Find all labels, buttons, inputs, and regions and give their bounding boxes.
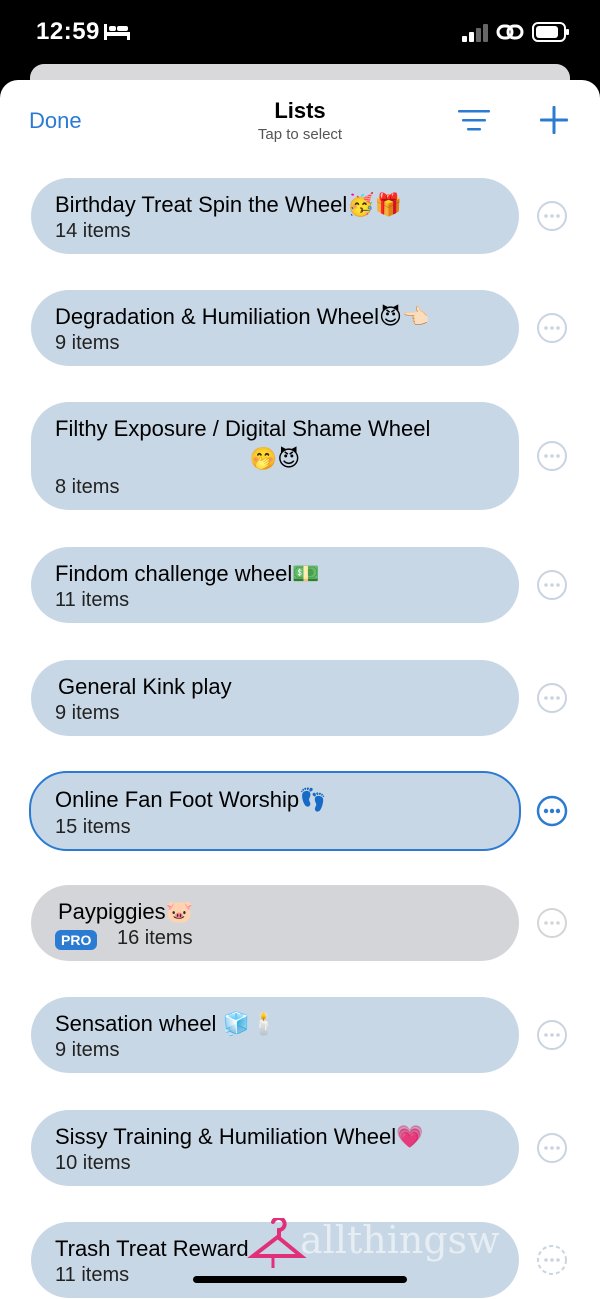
list-item-count: 11 items xyxy=(55,1264,130,1286)
list-item-count: 11 items xyxy=(55,589,130,611)
status-bar: 12:59 xyxy=(0,0,600,70)
more-options-icon[interactable] xyxy=(536,907,568,939)
more-options-icon[interactable] xyxy=(536,1019,568,1051)
list-item-title: Sensation wheel 🧊🕯️ xyxy=(55,1011,278,1036)
list-item[interactable]: Sissy Training & Humiliation Wheel💗 10 i… xyxy=(31,1110,519,1186)
lists-sheet: Done Lists Tap to select Birthday Treat … xyxy=(0,80,600,1299)
battery-icon xyxy=(532,22,569,42)
list-item-title: General Kink play xyxy=(58,674,232,699)
status-time: 12:59 xyxy=(36,18,100,45)
list-item-title: Paypiggies🐷 xyxy=(58,899,194,924)
more-options-icon[interactable] xyxy=(536,569,568,601)
list-item-title: Online Fan Foot Worship👣 xyxy=(55,787,327,812)
list-item-title: Degradation & Humiliation Wheel😈👈🏻 xyxy=(55,304,430,329)
list-item-title-line1: Filthy Exposure / Digital Shame Wheel xyxy=(55,416,431,441)
list-item-count: 9 items xyxy=(55,332,120,354)
signal-icon xyxy=(462,24,488,42)
list-item-title: Filthy Exposure / Digital Shame Wheel 🤭😈 xyxy=(55,414,495,474)
list-item-selected[interactable]: Online Fan Foot Worship👣 15 items xyxy=(29,771,521,851)
pro-badge: PRO xyxy=(55,930,98,950)
more-options-icon[interactable] xyxy=(536,1244,568,1276)
list-item[interactable]: Degradation & Humiliation Wheel😈👈🏻 9 ite… xyxy=(31,290,519,366)
add-icon[interactable] xyxy=(540,106,568,134)
personal-hotspot-icon xyxy=(496,24,524,40)
list-item-count: 14 items xyxy=(55,220,131,242)
list-item-title: Findom challenge wheel💵 xyxy=(55,561,320,586)
sort-icon[interactable] xyxy=(458,108,492,132)
page-subtitle: Tap to select xyxy=(257,126,343,143)
list-item-count: 9 items xyxy=(55,702,120,724)
list-item-count: 10 items xyxy=(55,1152,131,1174)
list-item[interactable]: Sensation wheel 🧊🕯️ 9 items xyxy=(31,997,519,1073)
list-item-count: 8 items xyxy=(55,476,120,498)
more-options-icon[interactable] xyxy=(536,795,568,827)
list-item-title: Sissy Training & Humiliation Wheel💗 xyxy=(55,1124,424,1149)
list-item-count: 9 items xyxy=(55,1039,120,1061)
list-item-count: 15 items xyxy=(55,816,131,838)
more-options-icon[interactable] xyxy=(536,682,568,714)
page-title: Lists xyxy=(274,98,326,123)
list-item-locked[interactable]: Paypiggies🐷 PRO 16 items xyxy=(31,885,519,961)
list-item[interactable]: General Kink play 9 items xyxy=(31,660,519,736)
watermark-text: allthingsw xyxy=(300,1218,500,1262)
list-item[interactable]: Filthy Exposure / Digital Shame Wheel 🤭😈… xyxy=(31,402,519,510)
more-options-icon[interactable] xyxy=(536,1132,568,1164)
bed-icon xyxy=(104,24,130,40)
more-options-icon[interactable] xyxy=(536,200,568,232)
list-item-title: Trash Treat Reward xyxy=(55,1236,249,1261)
list-item-title-line2: 🤭😈 xyxy=(249,446,301,471)
list-item[interactable]: Birthday Treat Spin the Wheel🥳🎁 14 items xyxy=(31,178,519,254)
more-options-icon[interactable] xyxy=(536,312,568,344)
more-options-icon[interactable] xyxy=(536,440,568,472)
list-item-title: Birthday Treat Spin the Wheel🥳🎁 xyxy=(55,192,403,217)
list-item[interactable]: Findom challenge wheel💵 11 items xyxy=(31,547,519,623)
list-item-count: 16 items xyxy=(117,927,193,949)
home-indicator[interactable] xyxy=(193,1276,407,1283)
